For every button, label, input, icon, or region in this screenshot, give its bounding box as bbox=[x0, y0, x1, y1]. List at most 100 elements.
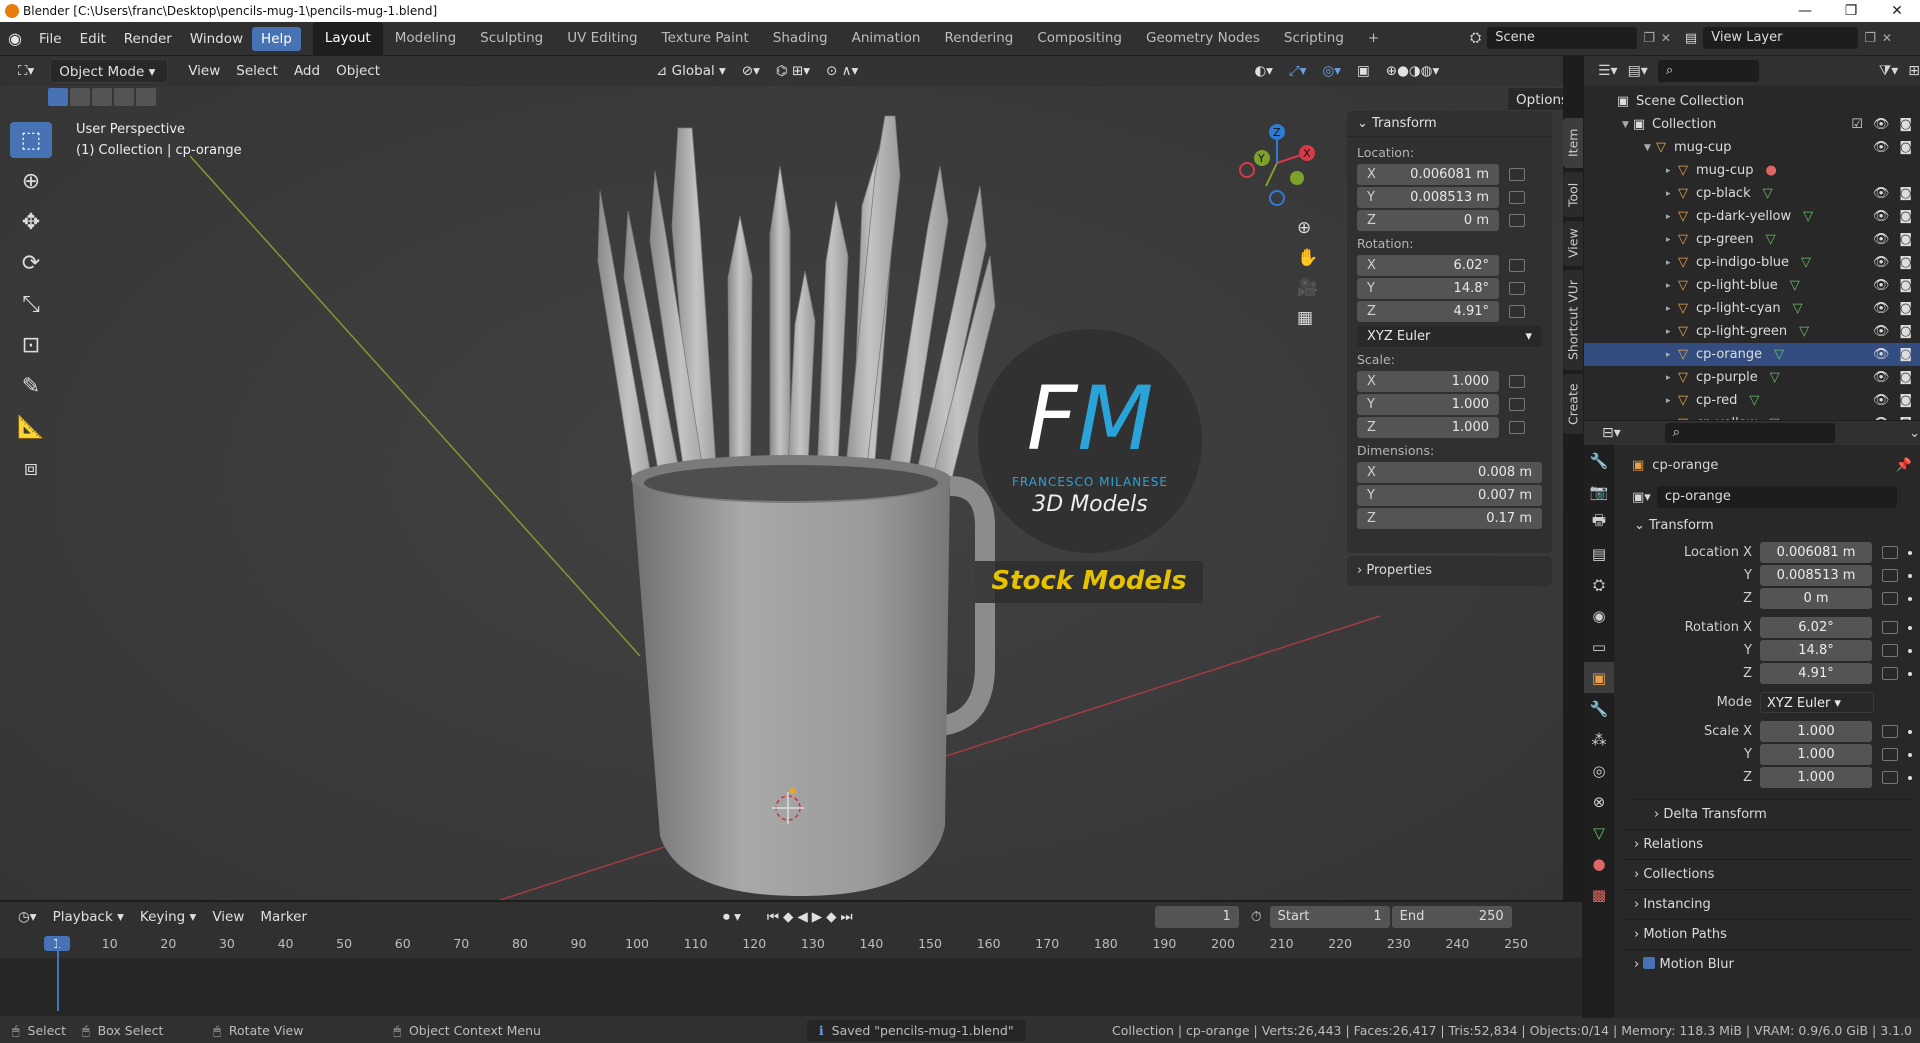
expand-icon[interactable]: ▸ bbox=[1666, 258, 1676, 268]
view-layer-selector[interactable]: View Layer bbox=[1703, 27, 1859, 49]
zoom-icon[interactable]: ⊕ bbox=[1297, 218, 1318, 238]
camera-icon[interactable]: ◙ bbox=[1899, 416, 1912, 420]
shading-modes-icon[interactable]: ⊕●◑◍▾ bbox=[1378, 59, 1447, 83]
tab-texture-paint[interactable]: Texture Paint bbox=[650, 22, 761, 55]
view-layer-tab-icon[interactable]: ▤ bbox=[1584, 538, 1614, 569]
location-x-field[interactable]: X 0.006081 m bbox=[1357, 164, 1499, 185]
eye-icon[interactable]: 👁 bbox=[1873, 209, 1890, 224]
properties-options-icon[interactable]: ⌄ bbox=[1909, 426, 1920, 441]
scale-tool-icon[interactable]: ⤡ bbox=[10, 286, 52, 322]
sidebar-tab-create[interactable]: Create bbox=[1563, 374, 1583, 434]
physics-tab-icon[interactable]: ◎ bbox=[1584, 755, 1614, 786]
instancing-section[interactable]: › Instancing bbox=[1622, 889, 1912, 919]
playback-controls-icon[interactable]: ⏮◆◀▶◆⏭ bbox=[759, 905, 865, 929]
prop-rotation-y-field[interactable]: 14.8° bbox=[1760, 640, 1872, 661]
lock-icon[interactable] bbox=[1509, 282, 1525, 295]
tab-layout[interactable]: Layout bbox=[312, 22, 383, 55]
checkbox-icon[interactable]: ☑ bbox=[1851, 117, 1863, 132]
prop-scale-x-field[interactable]: 1.000 bbox=[1760, 721, 1872, 742]
camera-icon[interactable]: ◙ bbox=[1899, 209, 1912, 224]
keyframe-dot-icon[interactable] bbox=[1908, 550, 1912, 555]
sidebar-tab-item[interactable]: Item bbox=[1563, 118, 1583, 168]
dimensions-y-field[interactable]: Y 0.007 m bbox=[1357, 485, 1542, 506]
eye-icon[interactable]: 👁 bbox=[1873, 278, 1890, 293]
overlay-toggle-icon[interactable]: ◎▾ bbox=[1314, 59, 1349, 83]
snap-icon[interactable]: ⌬ ⊞▾ bbox=[768, 59, 818, 83]
lock-icon[interactable] bbox=[1509, 305, 1525, 318]
lock-icon[interactable] bbox=[1509, 214, 1525, 227]
constraints-tab-icon[interactable]: ⊗ bbox=[1584, 786, 1614, 817]
camera-icon[interactable]: ◙ bbox=[1899, 347, 1912, 362]
eye-icon[interactable]: 👁 bbox=[1873, 255, 1890, 270]
options-dropdown[interactable]: Options ▾ bbox=[1507, 87, 1563, 132]
ortho-grid-icon[interactable]: ▦ bbox=[1297, 308, 1318, 328]
outliner-mug-cup-group[interactable]: ▼ ▽ mug-cup 👁 ◙ bbox=[1584, 136, 1920, 159]
properties-subpanel-header[interactable]: › Properties bbox=[1347, 556, 1552, 586]
lock-icon[interactable] bbox=[1882, 569, 1898, 582]
prop-rotation-z-field[interactable]: 4.91° bbox=[1760, 663, 1872, 684]
move-tool-icon[interactable]: ✥ bbox=[10, 204, 52, 240]
cursor-tool-icon[interactable]: ⊕ bbox=[10, 163, 52, 199]
keyframe-dot-icon[interactable] bbox=[1908, 596, 1912, 601]
mesh-data-icon[interactable]: ▽ bbox=[1801, 255, 1811, 270]
mesh-data-icon[interactable]: ▽ bbox=[1769, 416, 1779, 420]
prop-location-y-field[interactable]: 0.008513 m bbox=[1760, 565, 1872, 586]
object-tab-icon[interactable]: ▣ bbox=[1584, 662, 1614, 693]
outliner-scene-collection[interactable]: ▣ Scene Collection bbox=[1584, 90, 1920, 113]
camera-icon[interactable]: ◙ bbox=[1899, 255, 1912, 270]
object-browse-icon[interactable]: ▣▾ bbox=[1632, 490, 1651, 505]
delta-transform-section[interactable]: › Delta Transform bbox=[1632, 799, 1912, 829]
menu-help[interactable]: Help bbox=[252, 26, 301, 51]
rotate-tool-icon[interactable]: ⟳ bbox=[10, 245, 52, 281]
xray-icon[interactable]: ▣ bbox=[1349, 59, 1378, 83]
current-frame-field[interactable]: 1 bbox=[1154, 906, 1239, 928]
editor-type-icon[interactable]: ⛶▾ bbox=[10, 59, 42, 83]
transform-section-header[interactable]: ⌄ Transform bbox=[1622, 511, 1912, 541]
eye-icon[interactable]: 👁 bbox=[1873, 301, 1890, 316]
preview-range-icon[interactable]: ⏱ bbox=[1251, 909, 1262, 925]
lock-icon[interactable] bbox=[1509, 421, 1525, 434]
transform-tool-icon[interactable]: ⊡ bbox=[10, 327, 52, 363]
minimize-button[interactable]: — bbox=[1782, 0, 1828, 22]
pin-icon[interactable]: 📌 bbox=[1896, 458, 1912, 473]
rotation-z-field[interactable]: Z 4.91° bbox=[1357, 301, 1499, 322]
motion-blur-section[interactable]: › Motion Blur bbox=[1622, 949, 1912, 979]
outliner-item-cp-yellow[interactable]: ▸▽cp-yellow▽👁◙ bbox=[1584, 412, 1920, 420]
keyframe-dot-icon[interactable] bbox=[1908, 671, 1912, 676]
remove-scene-icon[interactable]: ✕ bbox=[1661, 31, 1671, 45]
lock-icon[interactable] bbox=[1882, 644, 1898, 657]
playhead[interactable] bbox=[57, 939, 59, 1011]
select-new-icon[interactable] bbox=[48, 88, 68, 106]
expand-icon[interactable]: ▸ bbox=[1666, 212, 1676, 222]
eye-icon[interactable]: 👁 bbox=[1873, 416, 1890, 420]
object-name-field[interactable]: cp-orange bbox=[1656, 486, 1897, 508]
camera-view-icon[interactable]: 🎥 bbox=[1297, 278, 1318, 298]
blender-menu-icon[interactable]: ◉ bbox=[0, 29, 30, 48]
navigation-gizmo[interactable]: Z X Y bbox=[1232, 118, 1322, 208]
eye-icon[interactable]: 👁 bbox=[1873, 347, 1890, 362]
outliner-editor-type-icon[interactable]: ☰▾ bbox=[1598, 63, 1618, 79]
start-frame-field[interactable]: Start 1 bbox=[1269, 906, 1390, 928]
outliner-item-cp-purple[interactable]: ▸ ▽ cp-purple ▽ 👁 ◙ bbox=[1584, 366, 1920, 389]
menu-playback[interactable]: Playback ▾ bbox=[45, 905, 132, 929]
camera-icon[interactable]: ◙ bbox=[1899, 232, 1912, 247]
keyframe-dot-icon[interactable] bbox=[1908, 625, 1912, 630]
texture-tab-icon[interactable]: ▩ bbox=[1584, 879, 1614, 910]
rotation-x-field[interactable]: X 6.02° bbox=[1357, 255, 1499, 276]
scale-x-field[interactable]: X 1.000 bbox=[1357, 371, 1499, 392]
expand-icon[interactable]: ▸ bbox=[1666, 281, 1676, 291]
measure-tool-icon[interactable]: 📐 bbox=[10, 409, 52, 445]
tab-modeling[interactable]: Modeling bbox=[383, 22, 468, 55]
eye-icon[interactable]: 👁 bbox=[1873, 117, 1890, 132]
lock-icon[interactable] bbox=[1509, 259, 1525, 272]
lock-icon[interactable] bbox=[1882, 621, 1898, 634]
world-tab-icon[interactable]: ◉ bbox=[1584, 600, 1614, 631]
select-subtract-icon[interactable] bbox=[92, 88, 112, 106]
scene-selector[interactable]: Scene bbox=[1487, 27, 1638, 49]
camera-icon[interactable]: ◙ bbox=[1899, 370, 1912, 385]
3d-viewport[interactable]: FM FRANCESCO MILANESE 3D Models Stock Mo… bbox=[0, 56, 1563, 900]
menu-keying[interactable]: Keying ▾ bbox=[132, 905, 204, 929]
outliner-item-cp-light-blue[interactable]: ▸ ▽ cp-light-blue ▽ 👁 ◙ bbox=[1584, 274, 1920, 297]
motion-blur-checkbox[interactable] bbox=[1643, 957, 1656, 969]
prop-location-x-field[interactable]: 0.006081 m bbox=[1760, 542, 1872, 563]
